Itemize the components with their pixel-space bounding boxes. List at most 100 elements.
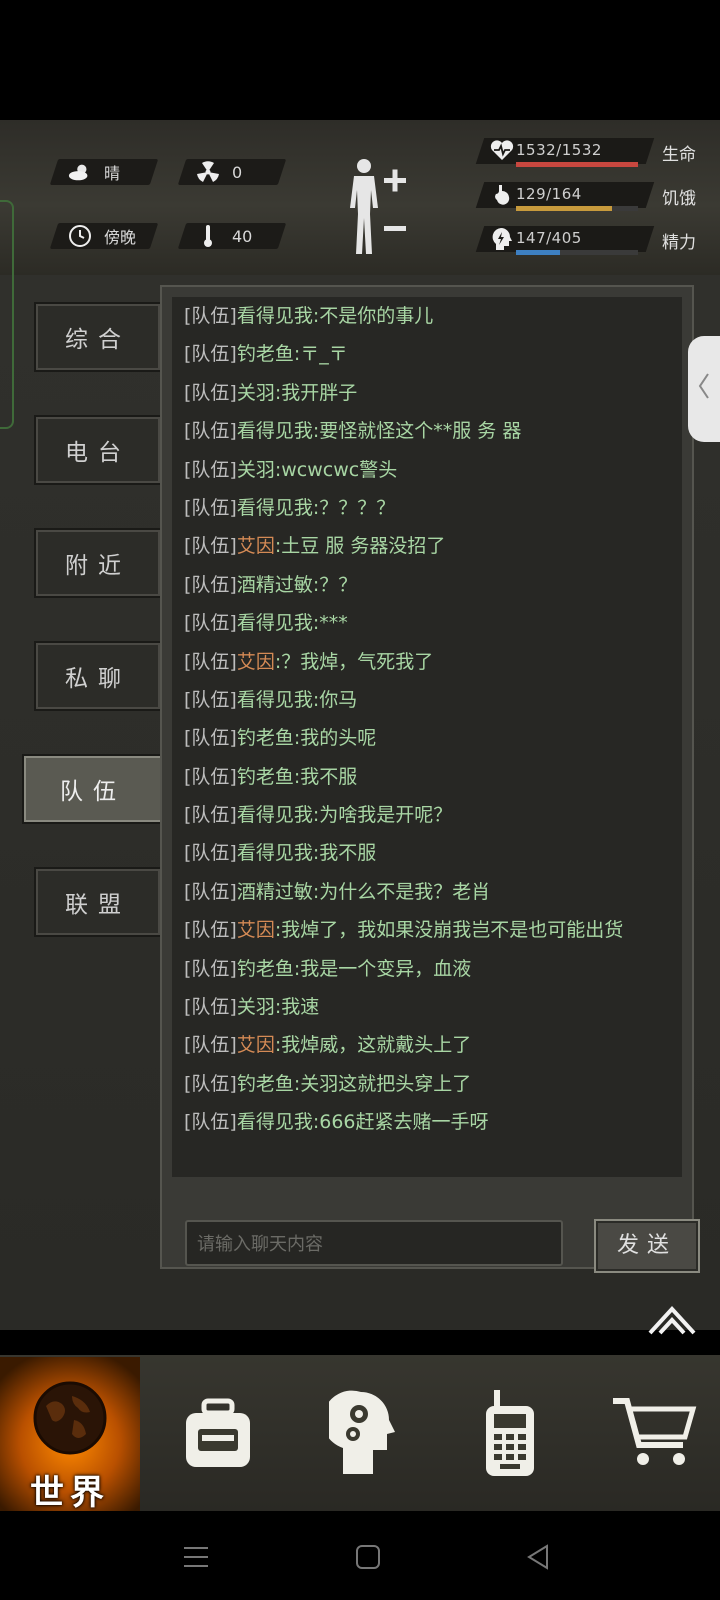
stomach-icon	[490, 183, 514, 207]
message-sender[interactable]: 钓老鱼	[237, 766, 294, 788]
chat-message: [队伍]看得见我:？？？？	[172, 489, 682, 527]
heart-pulse-icon	[490, 139, 514, 163]
message-sender[interactable]: 钓老鱼	[237, 1073, 294, 1095]
message-channel-tag: [队伍]	[184, 880, 237, 903]
message-text: ？？？？	[319, 496, 396, 519]
chat-message: [队伍]看得见我:我不服	[172, 834, 682, 872]
message-channel-tag: [队伍]	[184, 343, 237, 366]
message-text: 〒_〒	[300, 343, 348, 366]
message-sender[interactable]: 钓老鱼	[237, 343, 294, 365]
nav-radio[interactable]	[440, 1360, 580, 1510]
nav-shop[interactable]	[584, 1360, 720, 1510]
message-channel-tag: [队伍]	[184, 650, 237, 673]
message-channel-tag: [队伍]	[184, 612, 237, 635]
message-sender[interactable]: 钓老鱼	[237, 958, 294, 980]
message-text: 土豆 服 务器没招了	[281, 535, 446, 558]
chat-message-list[interactable]: [队伍]看得见我:不是你的事儿 [队伍]钓老鱼:〒_〒 [队伍]关羽:我开胖子 [队伍…	[172, 297, 682, 1177]
temperature-value: 40	[232, 226, 253, 246]
message-sender[interactable]: 看得见我	[237, 497, 313, 519]
body-status-figure[interactable]	[346, 156, 426, 256]
tab-team[interactable]: 队伍	[22, 754, 164, 824]
message-text: wcwcwc警头	[281, 458, 398, 481]
energy-bar	[516, 250, 638, 255]
hunger-value: 129/164	[516, 185, 582, 203]
tab-alliance[interactable]: 联盟	[34, 867, 162, 937]
message-text: 我焯了，我如果没崩我岂不是也可能出货	[281, 919, 624, 942]
health-bar	[516, 162, 638, 167]
chat-input[interactable]: 请输入聊天内容	[185, 1220, 563, 1266]
menu-icon[interactable]	[176, 1540, 216, 1574]
status-bar-area	[0, 0, 720, 120]
chat-message: [队伍]关羽:我开胖子	[172, 374, 682, 412]
collapse-chevron-up-icon[interactable]	[648, 1303, 696, 1337]
temperature-chip: 40	[177, 223, 287, 249]
side-panel-handle[interactable]	[688, 336, 720, 442]
message-sender[interactable]: 看得见我	[237, 420, 313, 442]
message-channel-tag: [队伍]	[184, 420, 237, 443]
home-icon[interactable]	[348, 1540, 388, 1574]
chevron-left-icon	[697, 371, 711, 408]
message-channel-tag: [队伍]	[184, 496, 237, 519]
weather-cloud-sun-icon	[68, 160, 92, 184]
tab-radio[interactable]: 电台	[34, 415, 162, 485]
message-channel-tag: [队伍]	[184, 573, 237, 596]
message-sender[interactable]: 看得见我	[237, 305, 313, 327]
back-icon[interactable]	[518, 1540, 558, 1574]
stat-energy: 147/405 精力	[475, 222, 705, 255]
message-sender[interactable]: 钓老鱼	[237, 727, 294, 749]
message-sender[interactable]: 关羽	[237, 996, 275, 1018]
message-sender[interactable]: 看得见我	[237, 842, 313, 864]
message-text: 我不服	[319, 842, 377, 865]
message-text: 要怪就怪这个**服 务 器	[319, 420, 522, 443]
send-button[interactable]: 发送	[594, 1219, 700, 1273]
chat-message: [队伍]钓老鱼:我不服	[172, 758, 682, 796]
message-sender[interactable]: 艾因	[237, 535, 275, 557]
message-sender[interactable]: 看得见我	[237, 612, 313, 634]
chat-message: [队伍]看得见我:为啥我是开呢？	[172, 796, 682, 834]
chat-message: [队伍]酒精过敏:？？	[172, 566, 682, 604]
message-channel-tag: [队伍]	[184, 1111, 237, 1134]
hunger-bar	[516, 206, 638, 211]
message-sender[interactable]: 关羽	[237, 382, 275, 404]
nav-backpack[interactable]	[148, 1360, 288, 1510]
energy-value: 147/405	[516, 229, 582, 247]
message-sender[interactable]: 酒精过敏	[237, 881, 313, 903]
hunger-label: 饥饿	[662, 189, 696, 209]
message-text: 我是一个变异，血液	[300, 957, 472, 980]
message-sender[interactable]: 艾因	[237, 919, 275, 941]
message-sender[interactable]: 关羽	[237, 459, 275, 481]
message-sender[interactable]: 看得见我	[237, 804, 313, 826]
chat-message: [队伍]看得见我:你马	[172, 681, 682, 719]
message-channel-tag: [队伍]	[184, 727, 237, 750]
message-text: 我速	[281, 996, 320, 1019]
message-sender[interactable]: 看得见我	[237, 1111, 313, 1133]
nav-skills[interactable]	[294, 1360, 434, 1510]
message-sender[interactable]: 艾因	[237, 1034, 275, 1056]
chat-message: [队伍]钓老鱼:我的头呢	[172, 719, 682, 757]
message-text: 我开胖子	[281, 381, 358, 404]
message-text: 666赶紧去赌一手呀	[319, 1111, 489, 1134]
chat-message: [队伍]钓老鱼:〒_〒	[172, 335, 682, 373]
radiation-chip: 0	[177, 159, 287, 185]
message-channel-tag: [队伍]	[184, 804, 237, 827]
message-text: 我焯威，这就戴头上了	[281, 1034, 472, 1057]
globe-icon	[32, 1380, 108, 1460]
head-energy-icon	[490, 227, 514, 251]
time-of-day-value: 傍晚	[104, 228, 137, 247]
tab-private[interactable]: 私聊	[34, 641, 162, 711]
stat-fill	[516, 162, 638, 167]
chat-message: [队伍]看得见我:666赶紧去赌一手呀	[172, 1103, 682, 1141]
message-channel-tag: [队伍]	[184, 1072, 237, 1095]
chat-message: [队伍]艾因:我焯了，我如果没崩我岂不是也可能出货	[172, 911, 682, 949]
message-sender[interactable]: 酒精过敏	[237, 574, 313, 596]
message-channel-tag: [队伍]	[184, 957, 237, 980]
backpack-icon	[178, 1393, 258, 1477]
message-sender[interactable]: 看得见我	[237, 689, 313, 711]
side-drawer-edge[interactable]	[0, 200, 14, 429]
tab-general[interactable]: 综合	[34, 302, 162, 372]
message-sender[interactable]: 艾因	[237, 651, 275, 673]
tab-nearby[interactable]: 附近	[34, 528, 162, 598]
message-text: ？？	[319, 573, 358, 596]
message-text: 我不服	[300, 765, 358, 788]
message-text: 我的头呢	[300, 727, 377, 750]
